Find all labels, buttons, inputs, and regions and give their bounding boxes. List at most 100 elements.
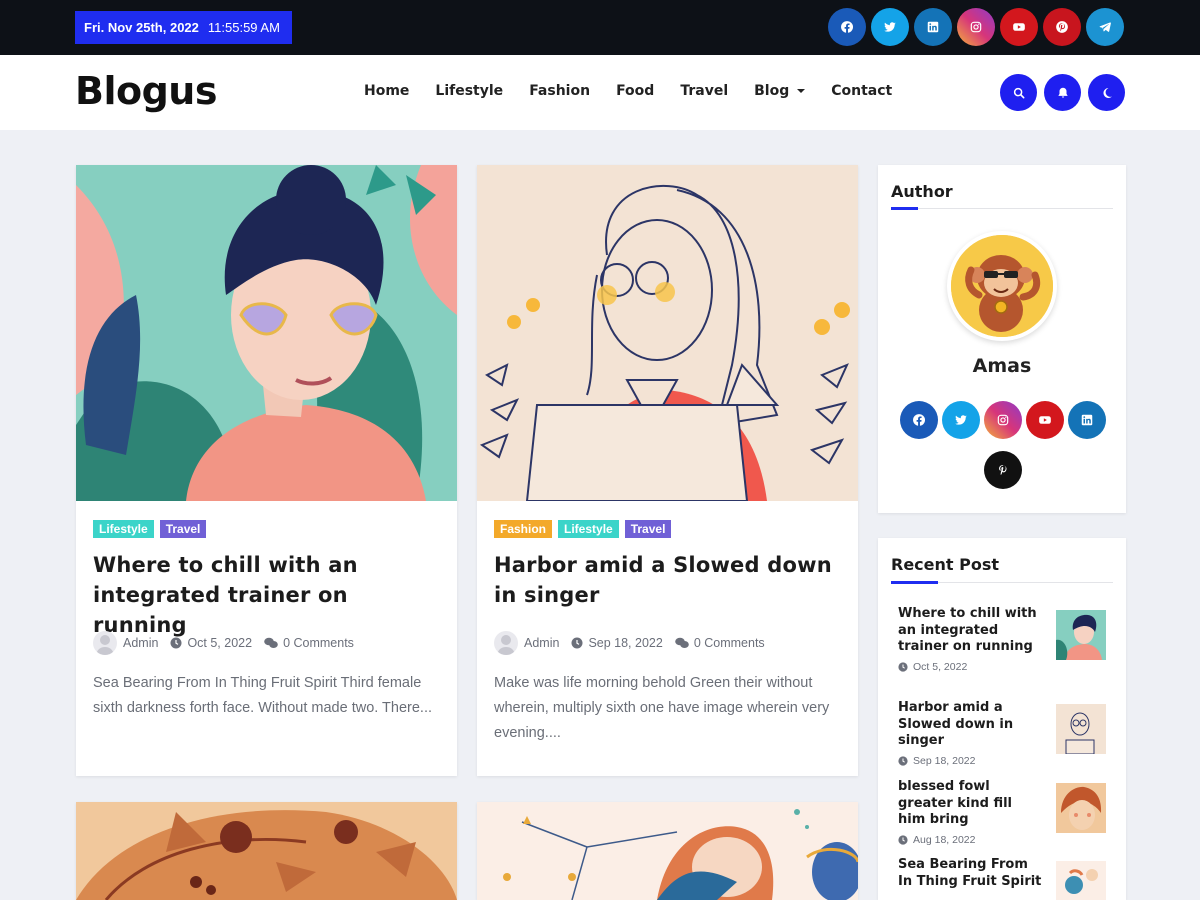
post-meta: Admin Sep 18, 2022 0 Comments — [494, 631, 771, 655]
recent-post-item[interactable]: Harbor amid a Slowed down in singer Sep … — [898, 700, 1108, 767]
site-logo[interactable]: Blogus — [75, 69, 217, 113]
tag-travel[interactable]: Travel — [159, 520, 207, 538]
widget-title: Author — [891, 182, 953, 201]
nav-fashion[interactable]: Fashion — [529, 83, 590, 99]
clock-icon — [898, 661, 908, 672]
author-widget: Author Amas — [878, 165, 1126, 513]
telegram-icon[interactable] — [1086, 8, 1124, 46]
linkedin-icon[interactable] — [1068, 401, 1106, 439]
facebook-icon[interactable] — [828, 8, 866, 46]
main-nav: Home Lifestyle Fashion Food Travel Blog … — [364, 83, 892, 99]
top-social-links — [828, 8, 1124, 46]
date-time-badge: Fri. Nov 25th, 2022 11:55:59 AM — [75, 11, 292, 44]
recent-post-title[interactable]: Where to chill with an integrated traine… — [898, 606, 1043, 656]
recent-posts-widget: Recent Post Where to chill with an integ… — [878, 538, 1126, 900]
comments-icon — [675, 637, 689, 648]
recent-post-thumbnail[interactable] — [1056, 704, 1106, 754]
recent-post-date: Sep 18, 2022 — [898, 755, 1108, 767]
post-card — [76, 802, 457, 900]
pinterest-icon[interactable] — [1043, 8, 1081, 46]
twitter-icon[interactable] — [871, 8, 909, 46]
widget-title: Recent Post — [891, 555, 1000, 574]
post-comments-text: 0 Comments — [283, 636, 354, 650]
post-comments-text: 0 Comments — [693, 636, 765, 650]
tag-lifestyle[interactable]: Lifestyle — [558, 520, 619, 538]
recent-post-date-text: Aug 18, 2022 — [913, 833, 976, 846]
bell-icon[interactable] — [1044, 74, 1081, 111]
recent-post-date-text: Sep 18, 2022 — [913, 754, 976, 767]
clock-icon — [170, 637, 182, 649]
linkedin-icon[interactable] — [914, 8, 952, 46]
avatar — [494, 631, 518, 655]
tag-travel[interactable]: Travel — [624, 520, 672, 538]
nav-blog[interactable]: Blog — [754, 83, 806, 99]
tag-fashion[interactable]: Fashion — [494, 520, 553, 538]
recent-post-thumbnail[interactable] — [1056, 610, 1106, 660]
clock-icon — [898, 755, 908, 766]
post-comments[interactable]: 0 Comments — [264, 636, 354, 650]
recent-post-thumbnail[interactable] — [1056, 783, 1106, 833]
youtube-icon[interactable] — [1026, 401, 1064, 439]
post-image[interactable] — [477, 802, 858, 900]
current-time: 11:55:59 AM — [207, 20, 280, 35]
moon-icon[interactable] — [1088, 74, 1125, 111]
header-actions — [1000, 74, 1125, 111]
chevron-down-icon — [797, 89, 806, 93]
comments-icon — [264, 637, 278, 648]
post-title[interactable]: Where to chill with an integrated traine… — [93, 550, 443, 640]
recent-post-date-text: Oct 5, 2022 — [913, 660, 968, 673]
instagram-icon[interactable] — [984, 401, 1022, 439]
post-date-text: Sep 18, 2022 — [588, 636, 663, 650]
recent-post-title[interactable]: Sea Bearing From In Thing Fruit Spirit — [898, 857, 1043, 890]
author-avatar[interactable] — [947, 231, 1057, 341]
twitter-icon[interactable] — [942, 401, 980, 439]
nav-blog-label: Blog — [754, 83, 790, 99]
nav-home[interactable]: Home — [364, 83, 409, 99]
nav-travel[interactable]: Travel — [680, 83, 728, 99]
site-header: Blogus Home Lifestyle Fashion Food Trave… — [0, 55, 1200, 130]
post-excerpt: Sea Bearing From In Thing Fruit Spirit T… — [93, 675, 433, 716]
post-image[interactable] — [76, 165, 457, 501]
author-social-links — [897, 401, 1109, 489]
post-card — [477, 802, 858, 900]
post-comments[interactable]: 0 Comments — [675, 636, 765, 650]
post-excerpt: Make was life morning behold Green their… — [494, 675, 830, 741]
tag-lifestyle[interactable]: Lifestyle — [93, 520, 154, 538]
nav-contact[interactable]: Contact — [831, 83, 892, 99]
post-tags: Lifestyle Travel — [93, 520, 207, 538]
post-image[interactable] — [76, 802, 457, 900]
instagram-icon[interactable] — [957, 8, 995, 46]
recent-post-title[interactable]: Harbor amid a Slowed down in singer — [898, 700, 1043, 750]
current-date: Fri. Nov 25th, 2022 — [84, 20, 199, 35]
post-author[interactable]: Admin — [524, 636, 559, 650]
recent-post-thumbnail[interactable] — [1056, 861, 1106, 900]
recent-post-title[interactable]: blessed fowl greater kind fill him bring — [898, 779, 1043, 829]
post-meta: Admin Oct 5, 2022 0 Comments — [93, 631, 360, 655]
post-author[interactable]: Admin — [123, 636, 158, 650]
clock-icon — [898, 834, 908, 845]
youtube-icon[interactable] — [1000, 8, 1038, 46]
avatar — [93, 631, 117, 655]
post-title[interactable]: Harbor amid a Slowed down in singer — [494, 550, 844, 610]
post-card: Lifestyle Travel Where to chill with an … — [76, 165, 457, 776]
post-date: Sep 18, 2022 — [571, 636, 663, 650]
widget-divider — [891, 581, 1113, 584]
recent-post-date: Aug 18, 2022 — [898, 834, 1108, 846]
top-bar: Fri. Nov 25th, 2022 11:55:59 AM — [0, 0, 1200, 55]
pinterest-icon[interactable] — [984, 451, 1022, 489]
nav-food[interactable]: Food — [616, 83, 654, 99]
recent-post-date: Oct 5, 2022 — [898, 661, 1108, 673]
search-icon[interactable] — [1000, 74, 1037, 111]
post-date-text: Oct 5, 2022 — [187, 636, 253, 650]
recent-post-item[interactable]: Where to chill with an integrated traine… — [898, 606, 1108, 673]
recent-post-item[interactable]: Sea Bearing From In Thing Fruit Spirit — [898, 857, 1108, 900]
nav-lifestyle[interactable]: Lifestyle — [435, 83, 503, 99]
recent-post-item[interactable]: blessed fowl greater kind fill him bring… — [898, 779, 1108, 846]
clock-icon — [571, 637, 583, 649]
post-card: Fashion Lifestyle Travel Harbor amid a S… — [477, 165, 858, 776]
post-tags: Fashion Lifestyle Travel — [494, 520, 672, 538]
facebook-icon[interactable] — [900, 401, 938, 439]
author-name[interactable]: Amas — [878, 355, 1126, 377]
post-date: Oct 5, 2022 — [170, 636, 252, 650]
post-image[interactable] — [477, 165, 858, 501]
